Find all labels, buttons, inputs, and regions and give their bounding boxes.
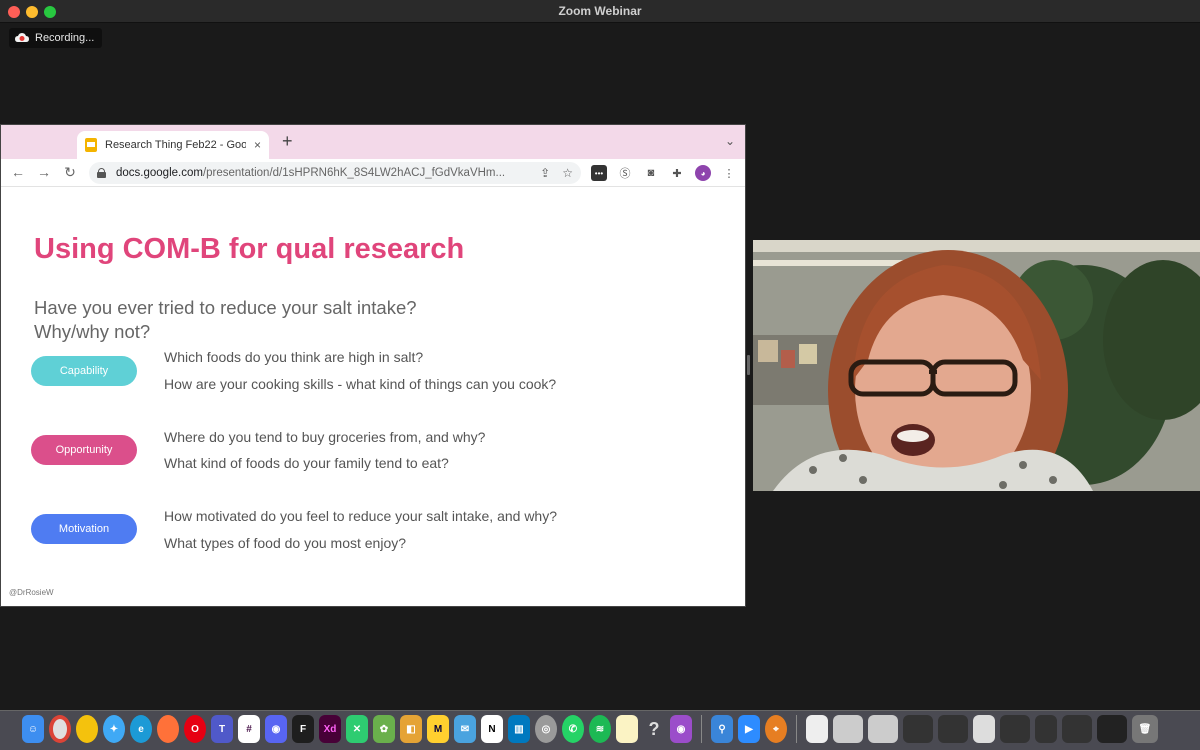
zoom-icon[interactable]: ▶	[738, 715, 760, 743]
window-titlebar: Zoom Webinar	[0, 0, 1200, 23]
xmind-icon[interactable]: ✕	[346, 715, 368, 743]
app-icon[interactable]: ◧	[400, 715, 422, 743]
figma-icon[interactable]: F	[292, 715, 314, 743]
motivation-question-2: What types of food do you most enjoy?	[164, 535, 407, 551]
capability-question-2: How are your cooking skills - what kind …	[164, 376, 557, 392]
tab-search-button[interactable]: ⌄	[725, 134, 735, 148]
star-icon[interactable]: ☆	[562, 166, 573, 180]
notion-icon[interactable]: N	[481, 715, 503, 743]
window-thumbnail-icon[interactable]	[1000, 715, 1030, 743]
capability-pill: Capability	[31, 356, 137, 386]
shared-screen-browser: Research Thing Feb22 - Google Slides × +…	[0, 124, 746, 607]
macos-dock: ☺ ✦ e O T # ◉ F Xd ✕ ✿ ◧ M ✉ N ▥ ◎ ✆ ≋ ?…	[0, 710, 1200, 750]
new-tab-button[interactable]: +	[282, 131, 293, 152]
speaker-video-tile[interactable]	[753, 240, 1200, 491]
help-icon[interactable]: ?	[643, 715, 665, 743]
safari-icon[interactable]: ✦	[103, 715, 125, 743]
location-icon[interactable]: ⌖	[765, 715, 787, 743]
speaker-video-feed	[753, 240, 1200, 491]
dock-separator	[796, 715, 797, 743]
trello-icon[interactable]: ▥	[508, 715, 530, 743]
skype-icon[interactable]: Ⓢ	[617, 165, 633, 181]
window-thumbnail-icon[interactable]	[1097, 715, 1127, 743]
camera-icon[interactable]: ◙	[643, 165, 659, 181]
tab-title: Research Thing Feb22 - Google Slides	[105, 139, 246, 151]
motivation-pill: Motivation	[31, 514, 137, 544]
forward-arrow-icon[interactable]: →	[35, 164, 53, 180]
teams-icon[interactable]: T	[211, 715, 233, 743]
spotify-icon[interactable]: ≋	[589, 715, 611, 743]
more-icon[interactable]: ⋮	[721, 165, 737, 181]
keynote-icon[interactable]: ⚲	[711, 715, 733, 743]
capability-question-1: Which foods do you think are high in sal…	[164, 349, 424, 365]
finder-icon[interactable]: ☺	[22, 715, 44, 743]
mail-icon[interactable]: ✉	[454, 715, 476, 743]
chrome-icon[interactable]	[49, 715, 71, 743]
back-arrow-icon[interactable]: ←	[9, 164, 27, 180]
document-thumbnail-icon[interactable]	[833, 715, 863, 743]
address-bar[interactable]: docs.google.com/presentation/d/1sHPRN6hK…	[89, 162, 581, 184]
opportunity-pill: Opportunity	[31, 435, 137, 465]
disk-utility-icon[interactable]: ◎	[535, 715, 557, 743]
trash-icon[interactable]: 🗑	[1132, 715, 1158, 743]
window-thumbnail-icon[interactable]	[938, 715, 968, 743]
slide-credit: @DrRosieW	[9, 588, 54, 597]
opportunity-question-1: Where do you tend to buy groceries from,…	[164, 429, 486, 445]
slack-icon[interactable]: #	[238, 715, 260, 743]
window-thumbnail-icon[interactable]	[1035, 715, 1057, 743]
extension-icon[interactable]: •••	[591, 165, 607, 181]
motivation-question-1: How motivated do you feel to reduce your…	[164, 508, 557, 524]
close-tab-icon[interactable]: ×	[254, 138, 261, 152]
share-icon[interactable]: ⇪	[540, 166, 550, 180]
chrome-canary-icon[interactable]	[76, 715, 98, 743]
firefox-icon[interactable]	[157, 715, 179, 743]
notes-icon[interactable]	[616, 715, 638, 743]
url-text[interactable]: docs.google.com/presentation/d/1sHPRN6hK…	[116, 167, 528, 179]
opportunity-question-2: What kind of foods do your family tend t…	[164, 455, 449, 471]
cloud-recording-icon	[15, 33, 29, 42]
dock-separator	[701, 715, 702, 743]
puzzle-icon[interactable]: ✚	[669, 165, 685, 181]
reload-icon[interactable]: ↻	[61, 164, 79, 181]
discord-icon[interactable]: ◉	[265, 715, 287, 743]
profile-avatar[interactable]: ◕	[695, 165, 711, 181]
miro-icon[interactable]: M	[427, 715, 449, 743]
document-thumbnail-icon[interactable]	[868, 715, 898, 743]
document-thumbnail-icon[interactable]	[973, 715, 995, 743]
browser-toolbar: ← → ↻ docs.google.com/presentation/d/1sH…	[1, 159, 745, 187]
document-icon[interactable]	[806, 715, 828, 743]
tab-strip: Research Thing Feb22 - Google Slides × +…	[1, 125, 745, 159]
opera-icon[interactable]: O	[184, 715, 206, 743]
edge-icon[interactable]: e	[130, 715, 152, 743]
window-thumbnail-icon[interactable]	[903, 715, 933, 743]
recording-indicator[interactable]: Recording...	[9, 28, 103, 48]
lock-icon[interactable]	[97, 168, 106, 178]
podcasts-icon[interactable]: ◉	[670, 715, 692, 743]
view-splitter-handle[interactable]	[747, 355, 750, 375]
app-icon[interactable]: ✿	[373, 715, 395, 743]
slide-canvas: Using COM-B for qual research Have you e…	[1, 187, 745, 606]
recording-label: Recording...	[35, 32, 95, 44]
xd-icon[interactable]: Xd	[319, 715, 341, 743]
tab-google-slides[interactable]: Research Thing Feb22 - Google Slides ×	[77, 131, 269, 159]
window-title: Zoom Webinar	[558, 4, 642, 18]
google-slides-icon	[85, 138, 97, 152]
whatsapp-icon[interactable]: ✆	[562, 715, 584, 743]
slide-main-question: Have you ever tried to reduce your salt …	[34, 297, 417, 342]
slide-title: Using COM-B for qual research	[34, 233, 465, 265]
window-thumbnail-icon[interactable]	[1062, 715, 1092, 743]
